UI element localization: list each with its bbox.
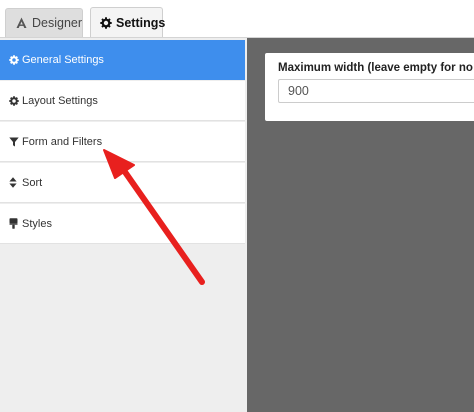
sidebar-item-form-and-filters[interactable]: Form and Filters: [0, 122, 245, 162]
max-width-label: Maximum width (leave empty for no m: [278, 62, 474, 74]
tab-bar: Designer Settings: [0, 0, 474, 38]
sidebar-item-sort[interactable]: Sort: [0, 163, 245, 203]
sidebar-item-styles[interactable]: Styles: [0, 204, 245, 244]
tab-settings[interactable]: Settings: [90, 7, 166, 38]
designer-icon: [15, 17, 28, 29]
sidebar-item-label: Form and Filters: [22, 135, 103, 148]
tab-designer[interactable]: Designer: [5, 8, 83, 37]
max-width-input[interactable]: [278, 79, 474, 103]
sidebar-item-label: Layout Settings: [22, 94, 98, 107]
sidebar-item-label: Styles: [22, 217, 52, 230]
max-width-card: Maximum width (leave empty for no m: [265, 53, 474, 121]
gear-icon: [9, 55, 21, 65]
tab-settings-label: Settings: [116, 16, 166, 30]
sidebar-item-layout-settings[interactable]: Layout Settings: [0, 81, 245, 121]
settings-sidebar: General Settings Layout Settings Form an…: [0, 38, 247, 412]
gear-icon: [9, 95, 21, 106]
paint-brush-icon: [9, 218, 21, 229]
sidebar-item-label: Sort: [22, 176, 43, 189]
tab-designer-label: Designer: [32, 16, 83, 30]
sidebar-item-label: General Settings: [22, 54, 104, 66]
sidebar-item-general-settings[interactable]: General Settings: [0, 40, 245, 80]
filter-icon: [9, 137, 21, 147]
sort-icon: [9, 177, 21, 188]
settings-content: Maximum width (leave empty for no m: [247, 38, 474, 412]
gear-icon: [100, 17, 112, 29]
